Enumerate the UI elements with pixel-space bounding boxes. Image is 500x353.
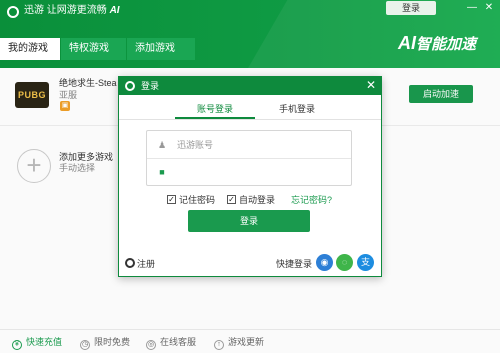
account-input[interactable] <box>177 135 347 155</box>
main-tabs: 我的游戏 特权游戏 添加游戏 <box>0 38 196 60</box>
alipay-icon[interactable]: 支 <box>357 254 374 271</box>
quick-login-label: 快捷登录 <box>276 259 313 269</box>
minimize-icon[interactable]: — <box>465 1 479 15</box>
footer-update[interactable]: ↑ 游戏更新 <box>214 336 264 350</box>
login-submit-button[interactable]: 登录 <box>188 210 310 232</box>
tab-add-games[interactable]: 添加游戏 <box>127 38 195 60</box>
app-slogan: 让网游更流畅 <box>46 5 107 16</box>
auto-login-checkbox[interactable]: ✓ <box>227 195 236 204</box>
dialog-logo-icon <box>125 81 135 91</box>
credentials-box: ♟ ■ <box>146 130 352 186</box>
tab-phone-login[interactable]: 手机登录 <box>257 101 337 117</box>
login-dialog: 登录 ✕ 账号登录 手机登录 ♟ ■ ✓ 记住密码 ✓ 自动登录 忘记密码? 登… <box>118 76 382 277</box>
close-icon[interactable]: ✕ <box>482 1 496 15</box>
xunyou-logo-icon <box>7 6 19 18</box>
footer-recharge-label: 快速充值 <box>26 337 63 347</box>
user-icon: ♟ <box>157 140 167 150</box>
tab-divider <box>119 119 381 120</box>
footer-free[interactable]: ◷ 限时免费 <box>80 336 130 350</box>
lock-icon: ■ <box>159 167 165 177</box>
register-label: 注册 <box>137 259 156 269</box>
header-login-button[interactable]: 登录 <box>386 1 436 15</box>
app-name: 迅游 <box>24 5 44 16</box>
headset-icon: ◎ <box>146 340 156 350</box>
dialog-header: 登录 ✕ <box>119 77 381 95</box>
forgot-password-link[interactable]: 忘记密码? <box>291 194 332 206</box>
qq-icon[interactable]: ◉ <box>316 254 333 271</box>
login-tabs: 账号登录 手机登录 <box>119 101 381 119</box>
footer-support[interactable]: ◎ 在线客服 <box>146 336 196 350</box>
ai-accelerate-brand: AI智能加速 <box>398 34 476 54</box>
register-link[interactable]: 注册 <box>125 258 155 270</box>
update-icon: ↑ <box>214 340 224 350</box>
footer-free-label: 限时免费 <box>94 337 131 347</box>
auto-login-label: 自动登录 <box>239 195 276 205</box>
dialog-close-icon[interactable]: ✕ <box>366 78 376 92</box>
register-icon <box>125 258 135 268</box>
brand-ai: AI <box>398 33 416 53</box>
field-divider <box>147 158 351 159</box>
wechat-icon[interactable]: ◌ <box>336 254 353 271</box>
password-input[interactable] <box>177 162 347 182</box>
tab-account-login[interactable]: 账号登录 <box>175 101 255 119</box>
footer-update-label: 游戏更新 <box>228 337 265 347</box>
tab-my-games[interactable]: 我的游戏 <box>0 38 60 60</box>
ai-tag: AI <box>109 5 120 16</box>
footer-recharge[interactable]: ¥ 快速充值 <box>12 336 62 350</box>
remember-password-checkbox[interactable]: ✓ <box>167 195 176 204</box>
clock-icon: ◷ <box>80 340 90 350</box>
footer-bar: ¥ 快速充值 ◷ 限时免费 ◎ 在线客服 ↑ 游戏更新 <box>0 329 500 353</box>
remember-password-label: 记住密码 <box>179 195 216 205</box>
footer-support-label: 在线客服 <box>160 337 197 347</box>
app-title: 迅游 让网游更流畅 AI <box>24 4 120 18</box>
tab-privilege-games[interactable]: 特权游戏 <box>61 38 126 60</box>
yen-icon: ¥ <box>12 340 22 350</box>
dialog-title: 登录 <box>141 81 160 91</box>
brand-text: 智能加速 <box>416 36 477 53</box>
title-bar: 迅游 让网游更流畅 AI 登录 — ✕ AI智能加速 我的游戏 特权游戏 添加游… <box>0 0 500 68</box>
